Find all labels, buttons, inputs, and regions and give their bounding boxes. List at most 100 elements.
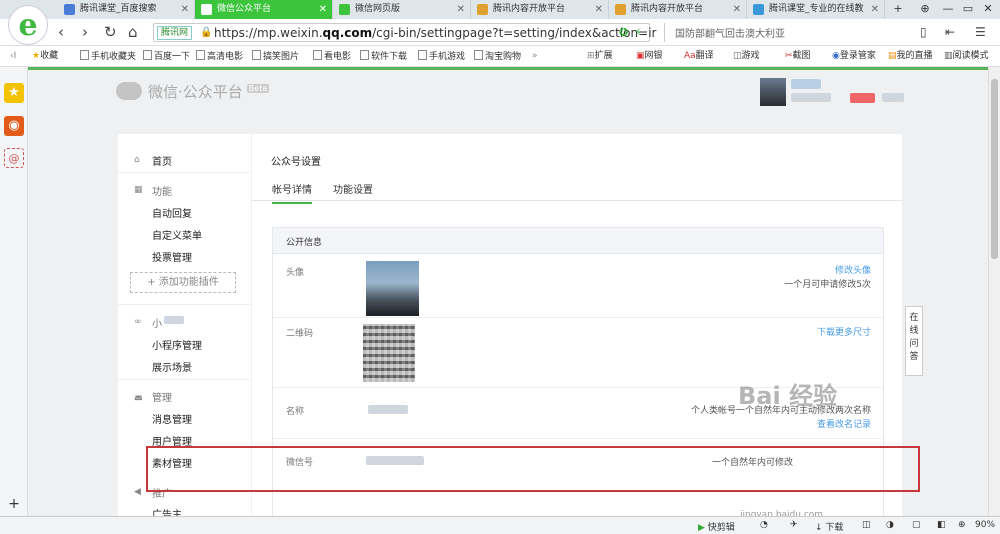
window-close-button[interactable]: ✕ — [980, 1, 996, 17]
close-icon[interactable]: ✕ — [181, 0, 189, 19]
account-type-blurred — [791, 93, 831, 102]
bookmark-item[interactable]: 百度一下 — [143, 50, 190, 63]
page-icon — [80, 50, 89, 60]
online-qa-button[interactable]: 在线问答 — [905, 306, 923, 376]
page-scrollbar[interactable] — [988, 67, 1000, 516]
more-bookmarks-icon[interactable]: » — [532, 50, 538, 62]
navigation-bar: ‹ › ↻ ⌂ 腾讯网 🔒 https://mp.weixin.qq.com/c… — [0, 19, 1000, 46]
divider — [118, 172, 251, 173]
status-icon[interactable]: ◔ — [760, 520, 768, 530]
mp-logo[interactable]: 微信·公众平台 Beta — [116, 81, 270, 102]
maximize-button[interactable]: ▭ — [960, 1, 976, 17]
tab-favicon-icon — [615, 4, 626, 15]
menu-icon[interactable]: ☰ — [975, 24, 986, 40]
megaphone-icon: ◀ — [134, 487, 141, 497]
bookmark-item[interactable]: 搞笑图片 — [252, 50, 299, 63]
tab-favicon-icon — [64, 4, 75, 15]
close-icon[interactable]: ✕ — [457, 0, 465, 19]
url-text[interactable]: https://mp.weixin.qq.com/cgi-bin/setting… — [214, 25, 656, 41]
lightning-icon[interactable]: ⚡ — [634, 26, 642, 39]
view-rename-record-link[interactable]: 查看改名记录 — [817, 417, 871, 430]
forward-button[interactable]: › — [82, 24, 88, 40]
extensions-button[interactable]: ⊞扩展 — [587, 50, 613, 62]
bookmark-item[interactable]: 高清电影 — [196, 50, 243, 63]
undo-icon[interactable]: ⇤ — [945, 24, 955, 40]
browser-tab-tencent-content-1[interactable]: 腾讯内容开放平台 ✕ — [471, 0, 609, 19]
lock-icon: 🔒 — [200, 27, 213, 38]
reading-mode-button[interactable]: ▥阅读模式 — [944, 50, 989, 62]
minimize-button[interactable]: — — [940, 1, 956, 17]
avatar[interactable] — [760, 78, 786, 106]
status-icon[interactable]: ◑ — [886, 520, 894, 530]
notification-badge[interactable] — [850, 93, 875, 103]
browser-sidebar: ★ ◉ @ + — [0, 67, 28, 516]
bookmark-item[interactable]: 手机游戏 — [418, 50, 465, 63]
bookmark-favorites[interactable]: ★收藏 — [32, 50, 58, 62]
tab-account-details[interactable]: 帐号详情 — [272, 181, 312, 204]
browser-tab-ke-qq[interactable]: 腾讯课堂_专业的在线教 ✕ — [747, 0, 885, 19]
browser-tab-tencent-content-2[interactable]: 腾讯内容开放平台 ✕ — [609, 0, 747, 19]
close-icon[interactable]: ✕ — [871, 0, 879, 19]
home-button[interactable]: ⌂ — [128, 24, 138, 40]
wechat-logo-icon — [116, 82, 142, 100]
ebank-button[interactable]: ▣网银 — [636, 50, 663, 62]
browser-tab-baidu[interactable]: 腾讯课堂_百度搜索 ✕ — [58, 0, 195, 19]
kuaijian-button[interactable]: ▶ 快剪辑 — [698, 520, 735, 533]
screenshot-button[interactable]: ✂截图 — [785, 50, 811, 62]
mail-icon[interactable]: @ — [4, 148, 24, 168]
download-sizes-link[interactable]: 下载更多尺寸 — [817, 325, 871, 338]
reader-icon[interactable]: ▯ — [920, 24, 927, 40]
bank-icon: ▣ — [636, 51, 645, 61]
bookmark-item[interactable]: 软件下载 — [360, 50, 407, 63]
logout-blurred[interactable] — [882, 93, 904, 102]
skin-icon[interactable]: ⊕ — [917, 1, 933, 17]
browser-tab-weixin-web[interactable]: 微信网页版 ✕ — [333, 0, 471, 19]
avatar-note: 一个月可申请修改5次 — [784, 280, 871, 290]
close-icon[interactable]: ✕ — [319, 0, 327, 19]
browser-tab-weixin-mp[interactable]: 微信公众平台 ✕ — [195, 0, 333, 19]
user-icon: ◉ — [832, 51, 840, 61]
inbox-icon: ◛ — [134, 391, 143, 401]
zoom-level[interactable]: 90% — [975, 520, 995, 530]
account-name-blurred — [791, 79, 821, 89]
add-sidebar-icon[interactable]: + — [4, 494, 24, 514]
change-avatar-link[interactable]: 修改头像 — [835, 263, 871, 276]
close-icon[interactable]: ✕ — [733, 0, 741, 19]
address-bar[interactable]: 腾讯网 🔒 https://mp.weixin.qq.com/cgi-bin/s… — [153, 23, 656, 42]
new-tab-button[interactable]: + — [890, 1, 906, 17]
status-icon[interactable]: ▢ — [912, 520, 921, 530]
status-icon[interactable]: ✈ — [790, 520, 798, 530]
games-button[interactable]: ◫游戏 — [733, 50, 760, 62]
weibo-icon[interactable]: ◉ — [4, 116, 24, 136]
zoom-icon[interactable]: ⊕ — [958, 520, 966, 530]
tab-favicon-icon — [477, 4, 488, 15]
download-button[interactable]: ↓ 下载 — [815, 520, 843, 533]
avatar-image — [366, 261, 419, 316]
grid-icon: ▦ — [134, 185, 143, 195]
close-icon[interactable]: ✕ — [595, 0, 603, 19]
refresh-button[interactable]: ↻ — [104, 24, 117, 40]
account-info[interactable] — [760, 78, 960, 106]
search-box[interactable]: 国防部翻气回击澳大利亚 — [664, 23, 904, 42]
wechat-mp-page: 微信·公众平台 Beta ⌂ 首页 ▦ 功能 自动回复 自定义菜单 投票管理 + 添加… — [28, 70, 988, 516]
status-icon[interactable]: ◫ — [862, 520, 871, 530]
bookmark-item[interactable]: 看电影 — [313, 50, 351, 63]
add-plugin-button[interactable]: + 添加功能插件 — [130, 272, 236, 293]
tab-function-settings[interactable]: 功能设置 — [333, 181, 373, 196]
translate-button[interactable]: Aa翻译 — [684, 50, 714, 62]
page-icon — [143, 50, 152, 60]
status-bar: ▶ 快剪辑 ◔ ✈ ↓ 下载 ◫ ◑ ▢ ◧ ⊕ 90% — [0, 516, 1000, 534]
login-manager-button[interactable]: ◉登录管家 — [832, 50, 876, 62]
sidebar-toggle-icon[interactable]: ‹I — [10, 50, 16, 62]
tab-favicon-icon — [753, 4, 764, 15]
status-icon[interactable]: ◧ — [937, 520, 946, 530]
back-button[interactable]: ‹ — [58, 24, 64, 40]
scrollbar-thumb[interactable] — [991, 79, 998, 259]
favorites-star-icon[interactable]: ★ — [4, 83, 24, 103]
live-button[interactable]: ▤我的直播 — [888, 50, 933, 62]
settings-tabs: 帐号详情 功能设置 — [252, 175, 902, 204]
bookmark-item[interactable]: 淘宝购物 — [474, 50, 521, 63]
page-icon — [196, 50, 205, 60]
shield-icon[interactable]: ✪ — [619, 26, 628, 39]
bookmark-item[interactable]: 手机收藏夹 — [80, 50, 136, 63]
